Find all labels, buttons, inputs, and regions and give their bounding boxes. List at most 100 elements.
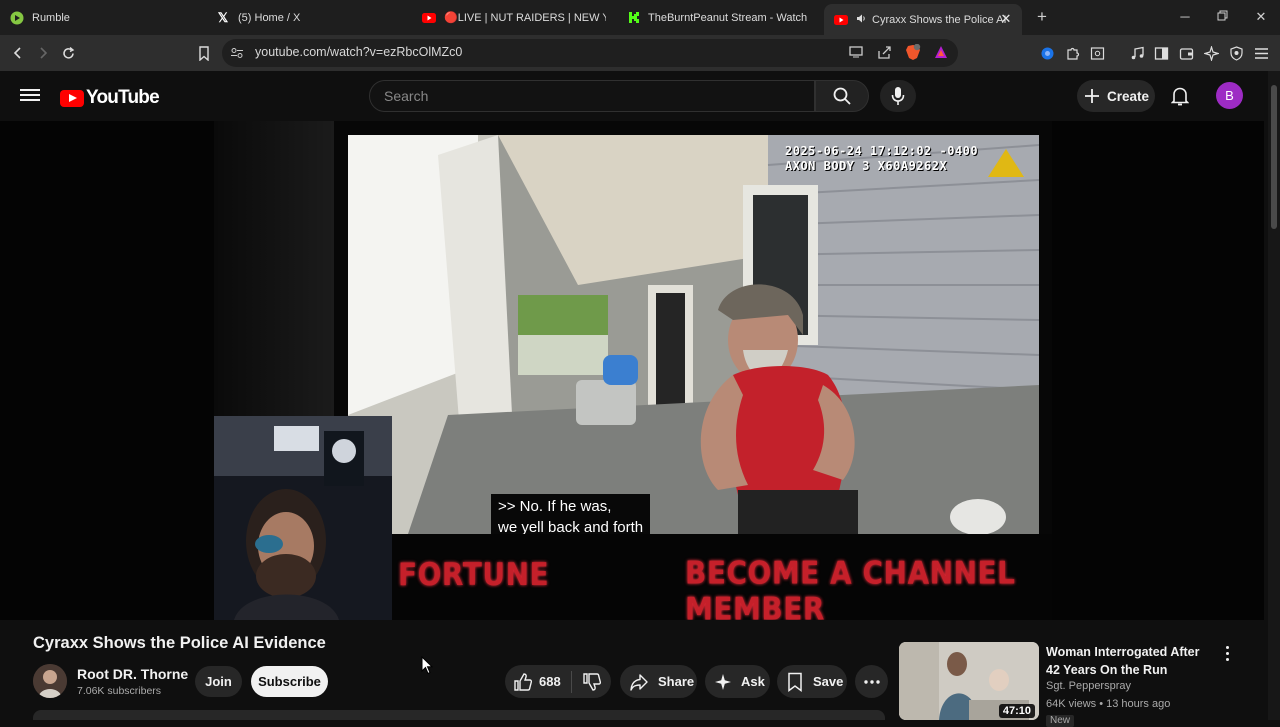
- youtube-wordmark: YouTube: [86, 87, 160, 108]
- browser-toolbar: youtube.com/watch?v=ezRbcOlMZc0: [0, 35, 1280, 71]
- sparkle-icon: [715, 673, 731, 690]
- share-page-icon[interactable]: [877, 45, 892, 65]
- brave-rewards-icon[interactable]: [934, 45, 948, 64]
- search-icon: [833, 87, 851, 105]
- rumble-icon: [10, 11, 24, 25]
- create-label: Create: [1106, 88, 1150, 104]
- media-controls-icon[interactable]: [1127, 43, 1147, 63]
- more-actions-button[interactable]: [855, 665, 888, 698]
- extension-globe-icon[interactable]: [1037, 43, 1057, 63]
- save-bookmark-icon: [788, 672, 802, 692]
- extensions-puzzle-icon[interactable]: [1062, 43, 1082, 63]
- page-scrollbar[interactable]: [1268, 71, 1280, 720]
- tab-label: TheBurntPeanut Stream - Watch Live: [648, 11, 810, 24]
- tab-cyraxx-active[interactable]: Cyraxx Shows the Police AI Ev ✕: [824, 4, 1022, 35]
- plus-icon: [1084, 89, 1099, 103]
- notifications-bell-icon[interactable]: [1168, 84, 1192, 108]
- tab-label: (5) Home / X: [238, 11, 301, 24]
- forward-icon[interactable]: [33, 43, 53, 63]
- youtube-icon: [422, 11, 436, 25]
- like-button[interactable]: 688: [505, 665, 561, 698]
- bookmark-icon[interactable]: [194, 43, 214, 63]
- share-arrow-icon: [630, 673, 648, 691]
- mouse-cursor-icon: [421, 655, 434, 680]
- ask-button[interactable]: Ask: [705, 665, 770, 698]
- search-button[interactable]: [815, 80, 869, 112]
- bodycam-device-id: AXON BODY 3 X60A9262X: [785, 159, 948, 173]
- banner-member-text: BECOME A CHANNEL MEMBER: [685, 554, 1016, 620]
- leo-ai-icon[interactable]: [1201, 43, 1221, 63]
- video-title: Cyraxx Shows the Police AI Evidence: [33, 634, 326, 652]
- sidebar-icon[interactable]: [1151, 43, 1171, 63]
- channel-avatar[interactable]: [33, 664, 67, 698]
- recommended-video-title[interactable]: Woman Interrogated After 42 Years On the…: [1046, 643, 1216, 679]
- description-box[interactable]: [33, 710, 885, 720]
- like-count: 688: [539, 674, 561, 689]
- video-duration: 47:10: [998, 704, 1035, 718]
- recommended-video-thumbnail[interactable]: 47:10: [899, 642, 1039, 720]
- video-player[interactable]: 2025-06-24 17:12:02 -0400 AXON BODY 3 X6…: [0, 121, 1264, 620]
- more-horizontal-icon: [863, 679, 880, 684]
- share-label: Share: [658, 674, 695, 689]
- bodycam-timestamp: 2025-06-24 17:12:02 -0400: [785, 144, 979, 158]
- streamer-webcam: [214, 416, 392, 620]
- url-text: youtube.com/watch?v=ezRbcOlMZc0: [255, 45, 463, 59]
- save-button[interactable]: Save: [777, 665, 847, 698]
- browser-tab-strip: Rumble 𝕏 (5) Home / X 🔴LIVE | NUT RAIDER…: [0, 0, 1280, 35]
- ask-label: Ask: [741, 674, 765, 689]
- subscribe-button[interactable]: Subscribe: [251, 666, 328, 697]
- account-avatar[interactable]: B: [1216, 82, 1243, 109]
- tab-nut-raiders-live[interactable]: 🔴LIVE | NUT RAIDERS | NEW YEAR N: [422, 0, 606, 35]
- stream-overlay-banner: FORTUNE BECOME A CHANNEL MEMBER: [392, 534, 1052, 620]
- youtube-icon: [834, 13, 848, 27]
- tab-label: Rumble: [32, 11, 70, 24]
- guide-menu-icon[interactable]: [20, 86, 40, 106]
- screenshot-icon[interactable]: [1087, 43, 1107, 63]
- x-icon: 𝕏: [217, 9, 229, 25]
- youtube-header: YouTube Create B: [0, 71, 1280, 121]
- back-icon[interactable]: [8, 43, 28, 63]
- tab-burntpeanut-stream[interactable]: TheBurntPeanut Stream - Watch Live: [626, 0, 810, 35]
- vpn-icon[interactable]: [1226, 43, 1246, 63]
- stream-background: [214, 121, 334, 421]
- menu-icon[interactable]: [1251, 43, 1271, 63]
- share-button[interactable]: Share: [620, 665, 697, 698]
- youtube-play-logo-icon: [60, 89, 84, 107]
- like-dislike-group: 688: [505, 665, 611, 698]
- tab-label: Cyraxx Shows the Police AI Ev: [872, 13, 1007, 26]
- banner-fortune-text: FORTUNE: [398, 556, 550, 593]
- wallet-icon[interactable]: [1176, 43, 1196, 63]
- channel-name[interactable]: Root DR. Thorne: [77, 666, 188, 682]
- site-settings-icon[interactable]: [230, 46, 244, 65]
- voice-search-button[interactable]: [880, 80, 916, 112]
- more-vertical-icon[interactable]: [1220, 643, 1234, 663]
- tab-x-home[interactable]: 𝕏 (5) Home / X: [216, 0, 406, 35]
- minimize-icon[interactable]: ─: [1175, 8, 1195, 26]
- close-window-icon[interactable]: ✕: [1251, 8, 1271, 26]
- create-button[interactable]: Create: [1077, 80, 1155, 112]
- reload-icon[interactable]: [58, 43, 78, 63]
- restore-icon[interactable]: [1212, 8, 1232, 26]
- dislike-button[interactable]: [572, 665, 602, 698]
- tab-rumble[interactable]: Rumble: [10, 0, 200, 35]
- search-input[interactable]: [382, 87, 806, 105]
- search-box[interactable]: [369, 80, 815, 112]
- join-button[interactable]: Join: [195, 666, 242, 697]
- caption-line: >> No. If he was,: [498, 498, 612, 515]
- microphone-icon: [891, 87, 905, 105]
- recommended-video-channel[interactable]: Sgt. Pepperspray: [1046, 680, 1131, 692]
- speaker-icon[interactable]: [856, 13, 867, 27]
- recommended-video-meta: 64K views • 13 hours ago: [1046, 698, 1171, 710]
- bodycam-footage: [348, 135, 1039, 534]
- thumbs-up-icon: [514, 672, 533, 691]
- address-bar[interactable]: youtube.com/watch?v=ezRbcOlMZc0: [222, 39, 958, 67]
- kick-icon: [626, 11, 640, 25]
- scrollbar-thumb[interactable]: [1271, 85, 1277, 229]
- new-tab-button[interactable]: +: [1033, 8, 1051, 26]
- new-badge: New: [1046, 715, 1075, 727]
- cast-icon[interactable]: [849, 45, 864, 64]
- youtube-logo[interactable]: YouTube: [60, 87, 160, 109]
- tab-label: 🔴LIVE | NUT RAIDERS | NEW YEAR N: [444, 12, 606, 24]
- brave-shield-icon[interactable]: [905, 43, 921, 66]
- close-tab-icon[interactable]: ✕: [998, 11, 1014, 27]
